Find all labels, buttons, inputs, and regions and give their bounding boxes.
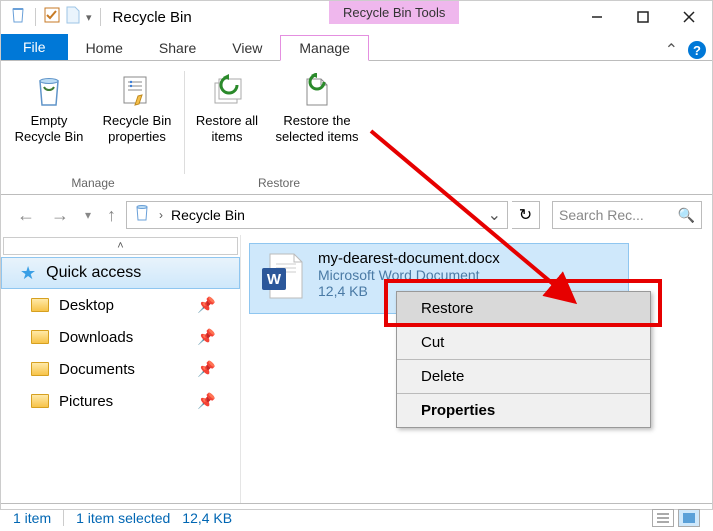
recycle-bin-icon	[9, 6, 27, 29]
properties-icon	[119, 73, 155, 109]
tab-file[interactable]: File	[1, 34, 68, 60]
context-menu: Restore Cut Delete Properties	[396, 291, 651, 428]
context-menu-delete[interactable]: Delete	[397, 360, 650, 394]
quick-access-toolbar: ▾	[9, 6, 103, 29]
ribbon-label: Empty Recycle Bin	[7, 113, 91, 144]
close-button[interactable]	[666, 1, 712, 33]
sidebar-item-downloads[interactable]: Downloads 📌	[1, 321, 240, 353]
sidebar-item-pictures[interactable]: Pictures 📌	[1, 385, 240, 417]
window-title: Recycle Bin	[113, 9, 192, 26]
sidebar-item-desktop[interactable]: Desktop 📌	[1, 289, 240, 321]
ribbon-label: Recycle Bin properties	[95, 113, 179, 144]
pin-icon: 📌	[197, 360, 216, 378]
ribbon: Empty Recycle Bin Recycle Bin properties…	[1, 61, 712, 195]
pin-icon: 📌	[197, 296, 216, 314]
details-view-button[interactable]	[652, 509, 674, 527]
chevron-right-icon[interactable]: ›	[159, 208, 163, 222]
restore-all-items-button[interactable]: Restore all items	[191, 67, 263, 173]
chevron-down-icon[interactable]: ⌄	[488, 205, 501, 225]
thumbnails-view-button[interactable]	[678, 509, 700, 527]
search-input[interactable]: Search Rec... 🔍	[552, 201, 702, 229]
sidebar-item-label: Downloads	[59, 329, 133, 346]
folder-icon	[31, 298, 49, 312]
scroll-up-button[interactable]: ˄	[3, 237, 238, 255]
ribbon-label: Restore all items	[191, 113, 263, 144]
file-type: Microsoft Word Document	[318, 267, 500, 283]
help-button[interactable]: ?	[688, 41, 706, 59]
search-placeholder: Search Rec...	[559, 207, 644, 223]
tab-view[interactable]: View	[214, 36, 280, 60]
contextual-tab-header: Recycle Bin Tools	[329, 1, 459, 24]
ribbon-tabs: File Home Share View Manage ⌃ ?	[1, 33, 712, 61]
location-bar: ← → ▾ ↑ › Recycle Bin ⌄ ↻ Search Rec... …	[1, 195, 712, 235]
ribbon-group-restore: Restore all items Restore the selected i…	[185, 67, 373, 194]
tab-share[interactable]: Share	[141, 36, 214, 60]
restore-selected-icon	[299, 73, 335, 109]
ribbon-help-area: ⌃ ?	[665, 40, 706, 60]
recycle-bin-properties-button[interactable]: Recycle Bin properties	[95, 67, 179, 173]
selected-count: 1 item selected	[76, 510, 170, 526]
sidebar-item-label: Quick access	[46, 264, 141, 282]
group-label: Restore	[191, 173, 367, 194]
folder-icon	[31, 394, 49, 408]
document-icon[interactable]	[66, 6, 80, 29]
forward-button[interactable]: →	[45, 205, 75, 226]
status-bar: 1 item 1 item selected 12,4 KB	[1, 503, 712, 531]
folder-icon	[31, 330, 49, 344]
restore-selected-items-button[interactable]: Restore the selected items	[267, 67, 367, 173]
file-name: my-dearest-document.docx	[318, 250, 500, 267]
context-menu-restore[interactable]: Restore	[397, 292, 650, 326]
group-label: Manage	[7, 173, 179, 194]
tab-home[interactable]: Home	[68, 36, 141, 60]
context-menu-properties[interactable]: Properties	[397, 394, 650, 427]
separator	[63, 510, 64, 526]
sidebar-item-label: Desktop	[59, 297, 114, 314]
pin-icon: 📌	[197, 328, 216, 346]
checkbox-icon[interactable]	[44, 7, 60, 28]
sidebar-item-label: Documents	[59, 361, 135, 378]
empty-bin-icon	[31, 73, 67, 109]
selected-size: 12,4 KB	[182, 510, 232, 526]
maximize-button[interactable]	[620, 1, 666, 33]
refresh-button[interactable]: ↻	[512, 201, 540, 229]
star-icon: ★	[20, 263, 36, 284]
folder-icon	[31, 362, 49, 376]
item-count: 1 item	[13, 510, 51, 526]
sidebar-item-label: Pictures	[59, 393, 113, 410]
word-document-icon: W	[256, 250, 308, 307]
dropdown-icon[interactable]: ▾	[86, 11, 92, 24]
separator	[100, 8, 101, 26]
recent-locations-button[interactable]: ▾	[79, 208, 97, 222]
svg-text:W: W	[267, 271, 282, 288]
empty-recycle-bin-button[interactable]: Empty Recycle Bin	[7, 67, 91, 173]
context-menu-cut[interactable]: Cut	[397, 326, 650, 360]
tab-manage[interactable]: Manage	[280, 35, 369, 61]
view-buttons	[652, 509, 700, 527]
breadcrumb[interactable]: Recycle Bin	[171, 207, 245, 223]
restore-all-icon	[209, 73, 245, 109]
pin-icon: 📌	[197, 392, 216, 410]
ribbon-label: Restore the selected items	[267, 113, 367, 144]
navigation-pane: ˄ ★ Quick access Desktop 📌 Downloads 📌 D…	[1, 235, 241, 503]
minimize-button[interactable]	[574, 1, 620, 33]
back-button[interactable]: ←	[11, 205, 41, 226]
sidebar-item-quick-access[interactable]: ★ Quick access	[1, 257, 240, 289]
window-controls	[574, 1, 712, 33]
collapse-ribbon-icon[interactable]: ⌃	[665, 40, 678, 60]
search-icon: 🔍	[678, 207, 695, 224]
up-button[interactable]: ↑	[101, 205, 122, 226]
address-bar[interactable]: › Recycle Bin ⌄	[126, 201, 508, 229]
recycle-bin-icon	[133, 204, 151, 227]
sidebar-item-documents[interactable]: Documents 📌	[1, 353, 240, 385]
separator	[35, 8, 36, 26]
ribbon-group-manage: Empty Recycle Bin Recycle Bin properties…	[1, 67, 185, 194]
